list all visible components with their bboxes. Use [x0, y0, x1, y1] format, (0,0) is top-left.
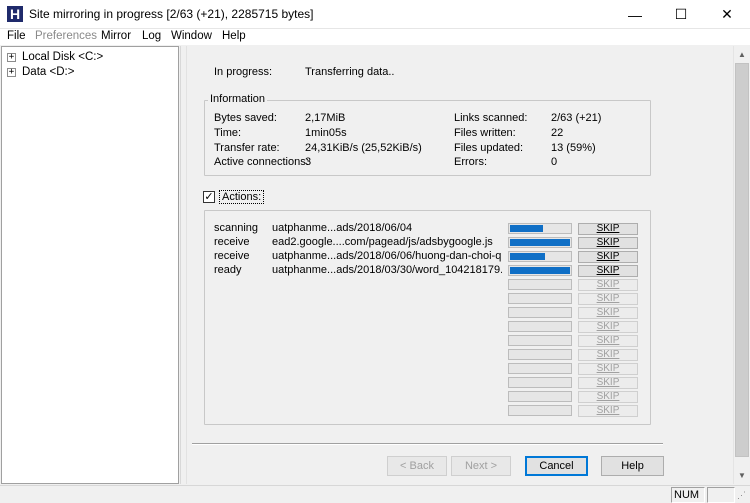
scroll-down-arrow-icon[interactable]: ▼ [734, 467, 750, 484]
menu-window[interactable]: Window [171, 30, 212, 42]
errors-value: 0 [551, 156, 558, 168]
action-progress-bar [508, 265, 572, 276]
time-label: Time: [214, 127, 242, 139]
minimize-button[interactable]: — [612, 0, 658, 29]
scroll-up-arrow-icon[interactable]: ▲ [734, 46, 750, 63]
progress-fill [510, 239, 570, 246]
skip-button[interactable]: SKIP [578, 265, 638, 277]
status-bar: NUM ⋰ [0, 485, 750, 503]
menu-file[interactable]: File [7, 30, 26, 42]
tree-item-label: Local Disk <C:> [22, 51, 104, 63]
actions-checkbox-label[interactable]: Actions: [219, 190, 265, 204]
action-file: ead2.google....com/pagead/js/adsbygoogle… [272, 236, 493, 248]
window-title: Site mirroring in progress [2/63 (+21), … [29, 7, 314, 21]
expand-icon[interactable]: + [7, 67, 16, 77]
in-progress-label: In progress: [214, 66, 273, 78]
close-button[interactable]: ✕ [704, 0, 750, 29]
action-progress-bar [508, 223, 572, 234]
action-progress-bar [508, 349, 572, 360]
files-written-value: 22 [551, 127, 564, 139]
actions-checkbox[interactable]: ✓ [203, 191, 215, 203]
errors-label: Errors: [454, 156, 487, 168]
skip-button[interactable]: SKIP [578, 363, 638, 375]
time-value: 1min05s [305, 127, 347, 139]
drive-tree[interactable]: + Local Disk <C:> + Data <D:> [1, 46, 179, 484]
vertical-scrollbar[interactable]: ▲ ▼ [733, 46, 750, 484]
action-progress-bar [508, 251, 572, 262]
menu-preferences[interactable]: Preferences [35, 30, 97, 42]
action-progress-bar [508, 321, 572, 332]
action-progress-bar [508, 237, 572, 248]
action-status: ready [214, 264, 242, 276]
resize-grip-icon[interactable]: ⋰ [737, 490, 748, 501]
action-progress-bar [508, 335, 572, 346]
transfer-rate-label: Transfer rate: [214, 142, 280, 154]
menu-mirror[interactable]: Mirror [101, 30, 131, 42]
expand-icon[interactable]: + [7, 52, 16, 62]
information-title: Information [208, 93, 268, 105]
skip-button[interactable]: SKIP [578, 321, 638, 333]
action-status: scanning [214, 222, 259, 234]
skip-button[interactable]: SKIP [578, 335, 638, 347]
back-button[interactable]: < Back [387, 456, 447, 476]
menu-help[interactable]: Help [222, 30, 246, 42]
links-scanned-value: 2/63 (+21) [551, 112, 602, 124]
skip-button[interactable]: SKIP [578, 307, 638, 319]
skip-button[interactable]: SKIP [578, 377, 638, 389]
action-status: receive [214, 236, 250, 248]
tree-item-label: Data <D:> [22, 66, 75, 78]
files-updated-value: 13 (59%) [551, 142, 596, 154]
action-file: uatphanme...ads/2018/03/30/word_10421817… [272, 264, 502, 276]
action-file: uatphanme...ads/2018/06/04 [272, 222, 413, 234]
skip-button[interactable]: SKIP [578, 237, 638, 249]
links-scanned-label: Links scanned: [454, 112, 528, 124]
num-lock-indicator: NUM [671, 487, 705, 503]
bytes-saved-label: Bytes saved: [214, 112, 277, 124]
skip-button[interactable]: SKIP [578, 279, 638, 291]
progress-fill [510, 267, 570, 274]
action-progress-bar [508, 293, 572, 304]
menu-bar: File Preferences Mirror Log Window Help [0, 29, 750, 46]
transfer-rate-value: 24,31KiB/s (25,52KiB/s) [305, 142, 422, 154]
progress-panel: In progress: Transferring data.. Informa… [186, 46, 732, 484]
action-progress-bar [508, 307, 572, 318]
title-bar: H Site mirroring in progress [2/63 (+21)… [0, 0, 750, 29]
skip-button[interactable]: SKIP [578, 293, 638, 305]
bytes-saved-value: 2,17MiB [305, 112, 346, 124]
skip-button[interactable]: SKIP [578, 349, 638, 361]
action-file: uatphanme...ads/2018/06/06/huong-dan-cho… [272, 250, 502, 262]
action-progress-bar [508, 279, 572, 290]
files-written-label: Files written: [454, 127, 516, 139]
skip-button[interactable]: SKIP [578, 391, 638, 403]
action-progress-bar [508, 377, 572, 388]
next-button[interactable]: Next > [451, 456, 511, 476]
tree-item-local-disk[interactable]: + Local Disk <C:> [7, 50, 103, 64]
menu-log[interactable]: Log [142, 30, 161, 42]
tree-item-data-drive[interactable]: + Data <D:> [7, 65, 74, 79]
app-icon: H [7, 6, 23, 22]
skip-button[interactable]: SKIP [578, 251, 638, 263]
skip-button[interactable]: SKIP [578, 223, 638, 235]
active-connections-value: 3 [305, 156, 312, 168]
progress-fill [510, 225, 543, 232]
cancel-button[interactable]: Cancel [525, 456, 588, 476]
active-connections-label: Active connections: [214, 156, 309, 168]
action-status: receive [214, 250, 250, 262]
help-button[interactable]: Help [601, 456, 664, 476]
skip-button[interactable]: SKIP [578, 405, 638, 417]
action-progress-bar [508, 405, 572, 416]
action-progress-bar [508, 391, 572, 402]
scroll-thumb[interactable] [735, 63, 749, 457]
separator [192, 443, 663, 445]
action-progress-bar [508, 363, 572, 374]
in-progress-value: Transferring data.. [305, 66, 395, 78]
status-pane-empty [707, 487, 735, 503]
files-updated-label: Files updated: [454, 142, 524, 154]
maximize-button[interactable]: ☐ [658, 0, 704, 29]
progress-fill [510, 253, 545, 260]
